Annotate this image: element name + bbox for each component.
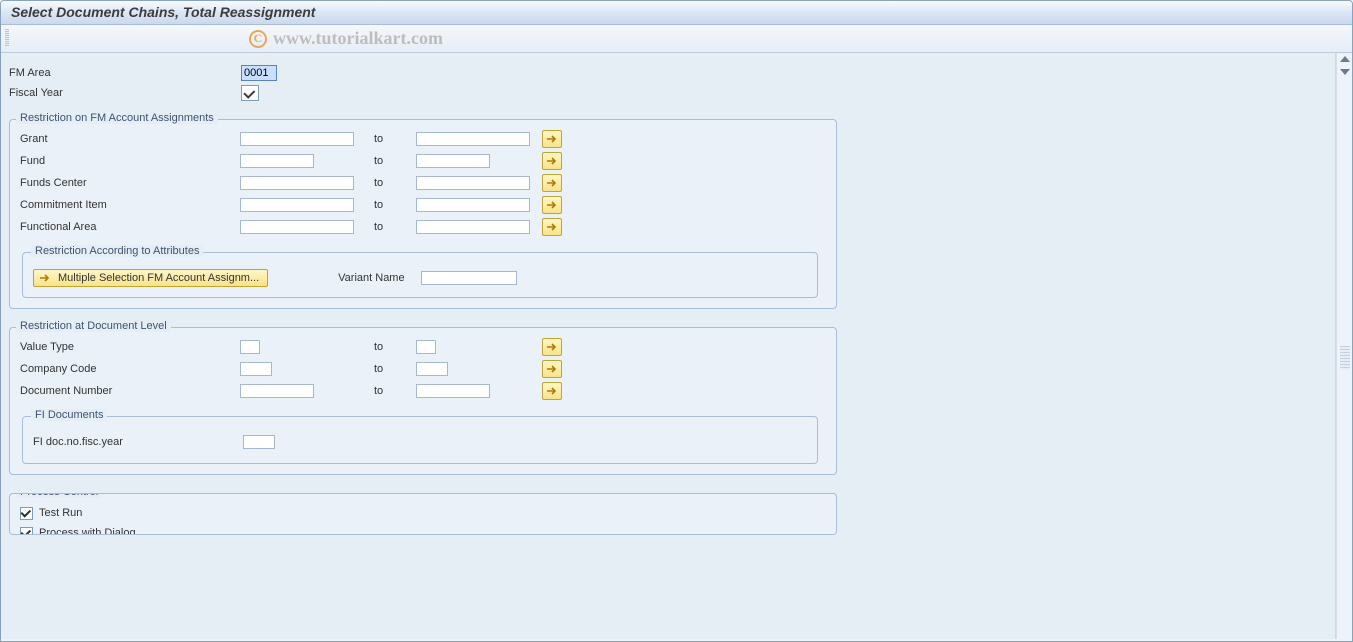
funds-center-from-input[interactable] <box>240 176 354 190</box>
functional-area-label: Functional Area <box>20 221 240 233</box>
value-type-to-label: to <box>374 341 416 353</box>
document-number-to-label: to <box>374 385 416 397</box>
scrollbar-grip-icon <box>1340 346 1350 370</box>
content-area: FM Area Fiscal Year Restriction on FM Ac… <box>1 53 1336 639</box>
funds-center-label: Funds Center <box>20 177 240 189</box>
fund-range-button[interactable] <box>542 152 562 170</box>
multiple-selection-button[interactable]: Multiple Selection FM Account Assignm... <box>33 269 268 287</box>
variant-name-label: Variant Name <box>338 272 404 284</box>
arrow-right-icon <box>546 156 558 166</box>
multiple-selection-button-label: Multiple Selection FM Account Assignm... <box>58 272 259 284</box>
grp-process-control: Process Control Test Run Process with Di… <box>9 493 837 535</box>
arrow-right-icon <box>546 178 558 188</box>
document-number-label: Document Number <box>20 385 240 397</box>
fm-area-input[interactable] <box>241 65 277 81</box>
commitment-item-to-input[interactable] <box>416 198 530 212</box>
arrow-right-icon <box>546 386 558 396</box>
grp-document-level: Restriction at Document Level Value Type… <box>9 327 837 475</box>
value-type-range-button[interactable] <box>542 338 562 356</box>
company-code-range-button[interactable] <box>542 360 562 378</box>
funds-center-to-input[interactable] <box>416 176 530 190</box>
fund-to-label: to <box>374 155 416 167</box>
subgrp-attributes-title: Restriction According to Attributes <box>31 245 203 257</box>
process-dialog-label: Process with Dialog <box>39 527 136 535</box>
grant-to-label: to <box>374 133 416 145</box>
scroll-down-icon <box>1340 69 1350 75</box>
funds-center-to-label: to <box>374 177 416 189</box>
grp-fm-account-assignments: Restriction on FM Account Assignments Gr… <box>9 119 837 309</box>
company-code-label: Company Code <box>20 363 240 375</box>
grant-label: Grant <box>20 133 240 145</box>
arrow-right-icon <box>546 364 558 374</box>
process-dialog-checkbox[interactable] <box>20 527 33 536</box>
vertical-scrollbar[interactable] <box>1336 53 1352 639</box>
toolbar-handle <box>5 29 9 47</box>
company-code-to-label: to <box>374 363 416 375</box>
subgrp-fi-documents: FI Documents FI doc.no.fisc.year <box>22 416 818 464</box>
grp3-title: Process Control <box>16 493 102 498</box>
company-code-to-input[interactable] <box>416 362 448 376</box>
arrow-right-icon <box>38 271 52 285</box>
toolbar: Cwww.tutorialkart.com <box>1 25 1352 53</box>
functional-area-from-input[interactable] <box>240 220 354 234</box>
subgrp-attributes: Restriction According to Attributes Mult… <box>22 252 818 298</box>
arrow-right-icon <box>546 222 558 232</box>
window-frame: Select Document Chains, Total Reassignme… <box>0 0 1353 642</box>
fiscal-year-label: Fiscal Year <box>9 87 241 99</box>
value-type-label: Value Type <box>20 341 240 353</box>
variant-name-input[interactable] <box>421 271 517 285</box>
company-code-from-input[interactable] <box>240 362 272 376</box>
arrow-right-icon <box>546 134 558 144</box>
grant-to-input[interactable] <box>416 132 530 146</box>
functional-area-to-label: to <box>374 221 416 233</box>
commitment-item-from-input[interactable] <box>240 198 354 212</box>
fiscal-year-checkbox[interactable] <box>241 85 259 101</box>
value-type-from-input[interactable] <box>240 340 260 354</box>
fund-to-input[interactable] <box>416 154 490 168</box>
grant-from-input[interactable] <box>240 132 354 146</box>
scroll-up-icon <box>1340 56 1350 62</box>
funds-center-range-button[interactable] <box>542 174 562 192</box>
grp2-title: Restriction at Document Level <box>16 320 171 332</box>
arrow-right-icon <box>546 200 558 210</box>
arrow-right-icon <box>546 342 558 352</box>
value-type-to-input[interactable] <box>416 340 436 354</box>
fund-from-input[interactable] <box>240 154 314 168</box>
functional-area-to-input[interactable] <box>416 220 530 234</box>
subgrp-fi-title: FI Documents <box>31 409 107 421</box>
commitment-item-label: Commitment Item <box>20 199 240 211</box>
grp1-title: Restriction on FM Account Assignments <box>16 112 218 124</box>
commitment-item-to-label: to <box>374 199 416 211</box>
functional-area-range-button[interactable] <box>542 218 562 236</box>
watermark: Cwww.tutorialkart.com <box>249 28 443 49</box>
grant-range-button[interactable] <box>542 130 562 148</box>
document-number-range-button[interactable] <box>542 382 562 400</box>
document-number-from-input[interactable] <box>240 384 314 398</box>
fm-area-label: FM Area <box>9 67 241 79</box>
commitment-item-range-button[interactable] <box>542 196 562 214</box>
page-title-text: Select Document Chains, Total Reassignme… <box>11 4 315 20</box>
fund-label: Fund <box>20 155 240 167</box>
page-title: Select Document Chains, Total Reassignme… <box>1 1 1352 25</box>
test-run-checkbox[interactable] <box>20 507 33 520</box>
fi-doc-input[interactable] <box>243 435 275 449</box>
fi-doc-label: FI doc.no.fisc.year <box>33 436 243 448</box>
document-number-to-input[interactable] <box>416 384 490 398</box>
test-run-label: Test Run <box>39 507 82 519</box>
